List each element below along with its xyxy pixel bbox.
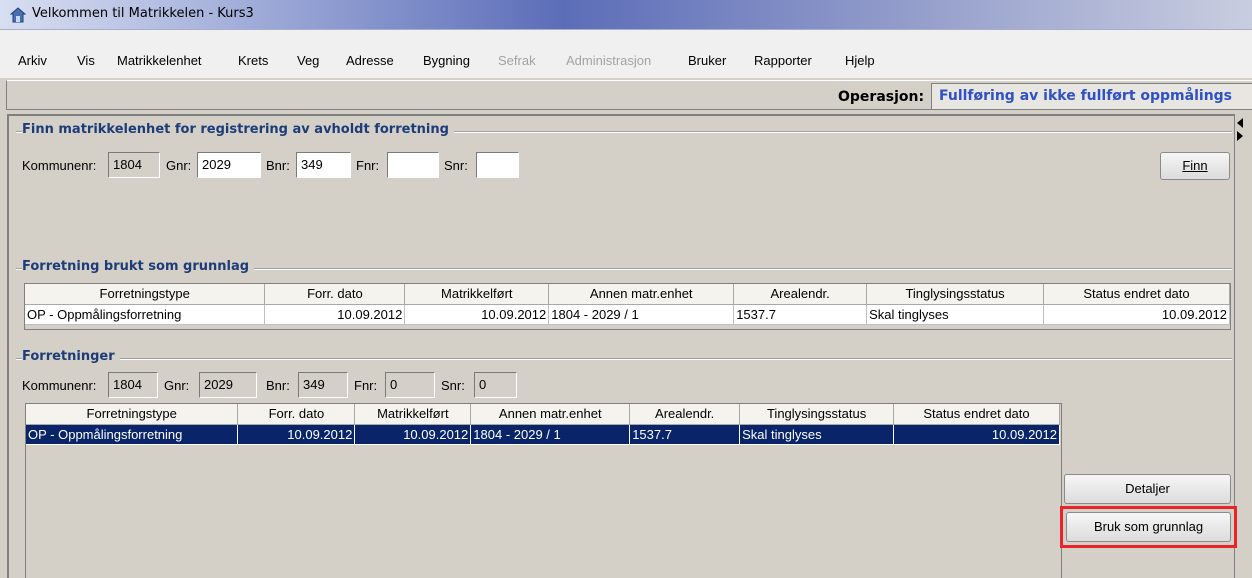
column-header[interactable]: Status endret dato	[893, 404, 1060, 425]
table-cell: 1804 - 2029 / 1	[470, 424, 631, 445]
menu-matrikkelenhet[interactable]: Matrikkelenhet	[117, 53, 202, 68]
column-header[interactable]: Arealendr.	[629, 404, 741, 425]
menu-krets[interactable]: Krets	[238, 53, 268, 68]
expand-right-icon[interactable]	[1237, 131, 1243, 141]
menu-adresse[interactable]: Adresse	[346, 53, 394, 68]
use-as-basis-button[interactable]: Bruk som grunnlag	[1066, 512, 1231, 542]
kommunenr-label: Kommunenr:	[22, 158, 97, 173]
column-header[interactable]: Forretningstype	[25, 284, 266, 305]
operation-label: Operasjon:	[838, 89, 925, 105]
table-cell: 1537.7	[629, 424, 741, 445]
menu-bygning[interactable]: Bygning	[423, 53, 470, 68]
table-row[interactable]: OP - Oppmålingsforretning 10.09.2012 10.…	[25, 304, 1230, 325]
table-cell: OP - Oppmålingsforretning	[26, 424, 239, 445]
table-cell: Skal tinglyses	[739, 424, 895, 445]
basis-table: Forretningstype Forr. dato Matrikkelført…	[25, 284, 1230, 325]
column-header[interactable]: Forr. dato	[237, 404, 356, 425]
business-group-line	[16, 358, 1232, 360]
menu-veg[interactable]: Veg	[297, 53, 319, 68]
bnr-label: Bnr:	[266, 378, 290, 393]
title-bar: Velkommen til Matrikkelen - Kurs3	[0, 0, 1252, 30]
kommunenr-field: 1804	[108, 372, 158, 398]
column-header[interactable]: Status endret dato	[1043, 284, 1230, 305]
gnr-field: 2029	[199, 372, 257, 398]
gnr-label: Gnr:	[166, 158, 192, 173]
details-button[interactable]: Detaljer	[1064, 474, 1231, 504]
operation-value-field: Fullføring av ikke fullført oppmålings	[931, 83, 1252, 109]
business-table: Forretningstype Forr. dato Matrikkelført…	[26, 404, 1060, 445]
bnr-label: Bnr:	[266, 158, 290, 173]
table-cell: 10.09.2012	[264, 304, 406, 325]
fnr-field: 0	[385, 372, 435, 398]
table-cell: 1804 - 2029 / 1	[548, 304, 735, 325]
kommunenr-label: Kommunenr:	[22, 378, 97, 393]
operation-value: Fullføring av ikke fullført oppmålings	[939, 88, 1233, 104]
fnr-input[interactable]	[387, 152, 439, 178]
table-cell: 10.09.2012	[1043, 304, 1230, 325]
table-cell: OP - Oppmålingsforretning	[25, 304, 266, 325]
house-icon	[10, 7, 26, 23]
menu-bar: Arkiv Vis Matrikkelenhet Krets Veg Adres…	[0, 30, 1252, 78]
column-header[interactable]: Tinglysingsstatus	[739, 404, 895, 425]
column-header[interactable]: Annen matr.enhet	[470, 404, 631, 425]
column-header[interactable]: Forr. dato	[264, 284, 406, 305]
gnr-label: Gnr:	[164, 378, 190, 393]
snr-label: Snr:	[441, 378, 465, 393]
menu-bruker[interactable]: Bruker	[688, 53, 726, 68]
table-cell: 10.09.2012	[893, 424, 1060, 445]
basis-table-header: Forretningstype Forr. dato Matrikkelført…	[25, 284, 1230, 305]
table-cell: Skal tinglyses	[866, 304, 1045, 325]
fnr-label: Fnr:	[354, 378, 378, 393]
bnr-field: 349	[298, 372, 348, 398]
snr-input[interactable]	[476, 152, 519, 178]
collapse-left-icon[interactable]	[1237, 118, 1243, 128]
find-button[interactable]: Finn	[1160, 152, 1230, 180]
menu-arkiv[interactable]: Arkiv	[18, 53, 47, 68]
column-header[interactable]: Forretningstype	[26, 404, 239, 425]
column-header[interactable]: Arealendr.	[733, 284, 868, 305]
basis-group-title: Forretning brukt som grunnlag	[22, 259, 255, 274]
column-header[interactable]: Tinglysingsstatus	[866, 284, 1045, 305]
column-header[interactable]: Annen matr.enhet	[548, 284, 735, 305]
table-cell: 10.09.2012	[354, 424, 472, 445]
menu-vis[interactable]: Vis	[77, 53, 95, 68]
table-row-selected[interactable]: OP - Oppmålingsforretning 10.09.2012 10.…	[26, 424, 1060, 445]
gnr-input[interactable]: 2029	[197, 152, 261, 178]
column-header[interactable]: Matrikkelført	[354, 404, 472, 425]
fnr-label: Fnr:	[356, 158, 380, 173]
menu-hjelp[interactable]: Hjelp	[845, 53, 875, 68]
find-group-title: Finn matrikkelenhet for registrering av …	[22, 122, 454, 137]
column-header[interactable]: Matrikkelført	[404, 284, 550, 305]
table-cell: 10.09.2012	[237, 424, 356, 445]
window-title: Velkommen til Matrikkelen - Kurs3	[32, 6, 254, 21]
snr-label: Snr:	[444, 158, 468, 173]
bnr-input[interactable]: 349	[296, 152, 351, 178]
table-cell: 10.09.2012	[404, 304, 550, 325]
menu-administrasjon: Administrasjon	[566, 53, 652, 68]
menu-sefrak: Sefrak	[498, 53, 536, 68]
kommunenr-field: 1804	[108, 152, 160, 178]
snr-field: 0	[474, 372, 517, 398]
business-table-header: Forretningstype Forr. dato Matrikkelført…	[26, 404, 1060, 425]
table-cell: 1537.7	[733, 304, 868, 325]
menu-rapporter[interactable]: Rapporter	[754, 53, 812, 68]
business-group-title: Forretninger	[22, 349, 120, 364]
